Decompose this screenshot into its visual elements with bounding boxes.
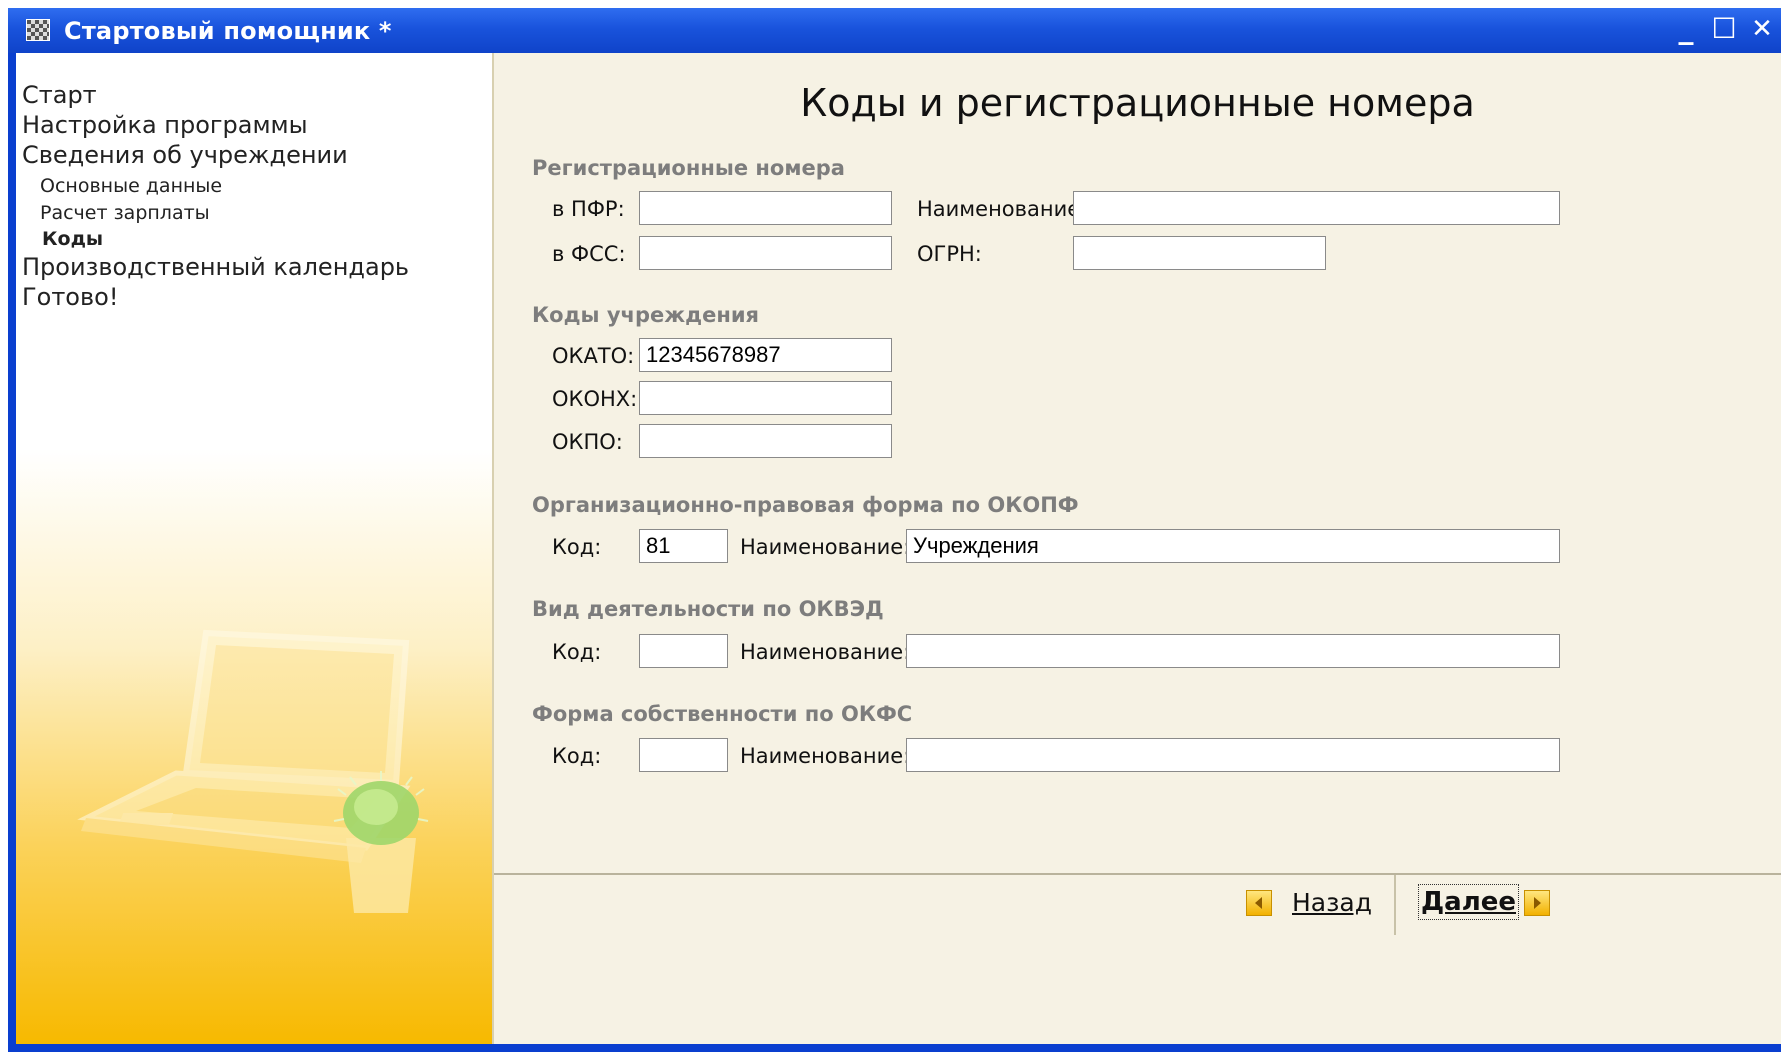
section-okved: Вид деятельности по ОКВЭД — [532, 597, 884, 621]
next-arrow-icon[interactable] — [1524, 890, 1550, 916]
steps-panel: Старт Настройка программы Сведения об уч… — [16, 53, 494, 1044]
okved-code-label: Код: — [552, 640, 602, 664]
page-title: Коды и регистрационные номера — [800, 81, 1475, 125]
okopf-name-field[interactable]: Учреждения — [906, 529, 1560, 563]
okfs-name-label: Наименование: — [740, 744, 911, 768]
nav-step-done[interactable]: Готово! — [22, 283, 118, 311]
okopf-name-label: Наименование: — [740, 535, 911, 559]
fss-label: в ФСС: — [552, 242, 626, 266]
okonh-label: ОКОНХ: — [552, 387, 638, 411]
content-panel: Коды и регистрационные номера Регистраци… — [494, 53, 1781, 873]
close-button[interactable]: ✕ — [1746, 14, 1778, 46]
window-title: Стартовый помощник * — [64, 17, 392, 45]
laptop-illustration — [77, 629, 429, 913]
okfs-name-field[interactable] — [906, 738, 1560, 772]
reg-name-label: Наименование: — [917, 197, 1088, 221]
wizard-client-area: Старт Настройка программы Сведения об уч… — [16, 53, 1781, 1044]
nav-substep-payroll[interactable]: Расчет зарплаты — [40, 202, 210, 224]
ogrn-field[interactable] — [1073, 236, 1326, 270]
minimize-button[interactable]: _ — [1670, 14, 1702, 46]
okfs-code-label: Код: — [552, 744, 602, 768]
nav-step-program-setup[interactable]: Настройка программы — [22, 111, 308, 139]
nav-step-start[interactable]: Старт — [22, 81, 97, 109]
nav-step-organization-info[interactable]: Сведения об учреждении — [22, 141, 348, 169]
pfr-label: в ПФР: — [552, 197, 625, 221]
wizard-footer: Назад Далее — [494, 873, 1781, 1044]
wizard-window: Стартовый помощник * _ ☐ ✕ Старт Настрой… — [8, 8, 1781, 1052]
okved-name-field[interactable] — [906, 634, 1560, 668]
okfs-code-field[interactable] — [639, 738, 728, 772]
okato-field[interactable]: 12345678987 — [639, 338, 892, 372]
fss-field[interactable] — [639, 236, 892, 270]
section-okfs: Форма собственности по ОКФС — [532, 702, 913, 726]
back-button[interactable]: Назад — [1292, 888, 1372, 917]
reg-name-field[interactable] — [1073, 191, 1560, 225]
okopf-code-label: Код: — [552, 535, 602, 559]
title-bar[interactable]: Стартовый помощник * _ ☐ ✕ — [8, 8, 1781, 53]
okpo-field[interactable] — [639, 424, 892, 458]
footer-divider — [1394, 875, 1396, 935]
nav-substep-main-data[interactable]: Основные данные — [40, 175, 222, 197]
okved-code-field[interactable] — [639, 634, 728, 668]
back-arrow-icon[interactable] — [1246, 890, 1272, 916]
okopf-code-field[interactable]: 81 — [639, 529, 728, 563]
okonh-field[interactable] — [639, 381, 892, 415]
nav-step-production-calendar[interactable]: Производственный календарь — [22, 253, 409, 281]
section-okopf: Организационно-правовая форма по ОКОПФ — [532, 493, 1079, 517]
okved-name-label: Наименование: — [740, 640, 911, 664]
okato-label: ОКАТО: — [552, 344, 635, 368]
ogrn-label: ОГРН: — [917, 242, 982, 266]
maximize-button[interactable]: ☐ — [1708, 14, 1740, 46]
next-button[interactable]: Далее — [1417, 884, 1520, 920]
nav-substep-codes[interactable]: Коды — [42, 228, 103, 250]
okpo-label: ОКПО: — [552, 430, 623, 454]
app-icon — [26, 19, 50, 41]
section-organization-codes: Коды учреждения — [532, 303, 760, 327]
section-registration-numbers: Регистрационные номера — [532, 156, 845, 180]
pfr-field[interactable] — [639, 191, 892, 225]
